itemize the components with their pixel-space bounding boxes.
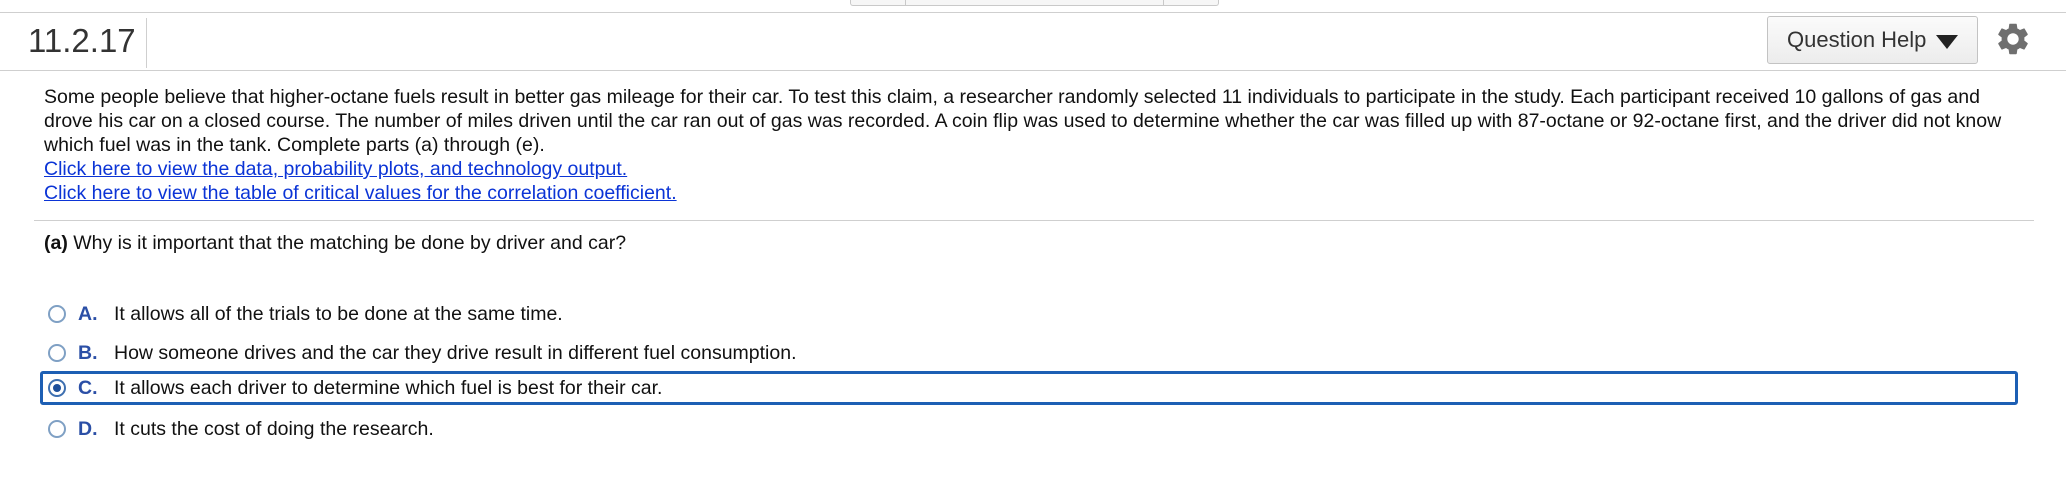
radio-button-d[interactable] <box>48 420 66 438</box>
header-bottom-rule <box>0 70 2066 71</box>
toolbar-divider <box>905 0 906 5</box>
question-help-button[interactable]: Question Help <box>1767 16 1978 64</box>
data-link[interactable]: Click here to view the data, probability… <box>44 157 2034 181</box>
option-text: It allows each driver to determine which… <box>114 376 663 399</box>
radio-button-c[interactable] <box>48 379 66 397</box>
option-letter: D. <box>78 417 98 440</box>
section-divider <box>34 220 2034 221</box>
problem-statement: Some people believe that higher-octane f… <box>44 85 2034 205</box>
critical-values-link[interactable]: Click here to view the table of critical… <box>44 181 2034 205</box>
option-d[interactable]: D. It cuts the cost of doing the researc… <box>40 412 434 446</box>
problem-number: 11.2.17 <box>28 18 147 68</box>
caret-down-icon <box>1936 34 1959 49</box>
question-text: Why is it important that the matching be… <box>73 232 627 254</box>
option-text: It cuts the cost of doing the research. <box>114 417 434 440</box>
toolbar-divider <box>1163 0 1164 5</box>
question-help-label: Question Help <box>1787 27 1927 52</box>
radio-button-a[interactable] <box>48 305 66 323</box>
option-b[interactable]: B. How someone drives and the car they d… <box>40 336 797 370</box>
part-label: (a) <box>44 232 68 254</box>
radio-button-b[interactable] <box>48 344 66 362</box>
question-prompt: (a) Why is it important that the matchin… <box>44 229 626 257</box>
option-text: How someone drives and the car they driv… <box>114 341 797 364</box>
option-c[interactable]: C. It allows each driver to determine wh… <box>40 371 2018 405</box>
problem-text: Some people believe that higher-octane f… <box>44 86 2002 156</box>
option-letter: B. <box>78 341 98 364</box>
header-top-rule <box>0 12 2066 13</box>
gear-icon[interactable] <box>1994 20 2032 58</box>
top-toolbar-stub <box>850 0 1219 6</box>
option-letter: C. <box>78 376 98 399</box>
option-letter: A. <box>78 302 98 325</box>
option-text: It allows all of the trials to be done a… <box>114 302 563 325</box>
option-a[interactable]: A. It allows all of the trials to be don… <box>40 297 563 331</box>
radio-selected-dot <box>53 384 61 392</box>
